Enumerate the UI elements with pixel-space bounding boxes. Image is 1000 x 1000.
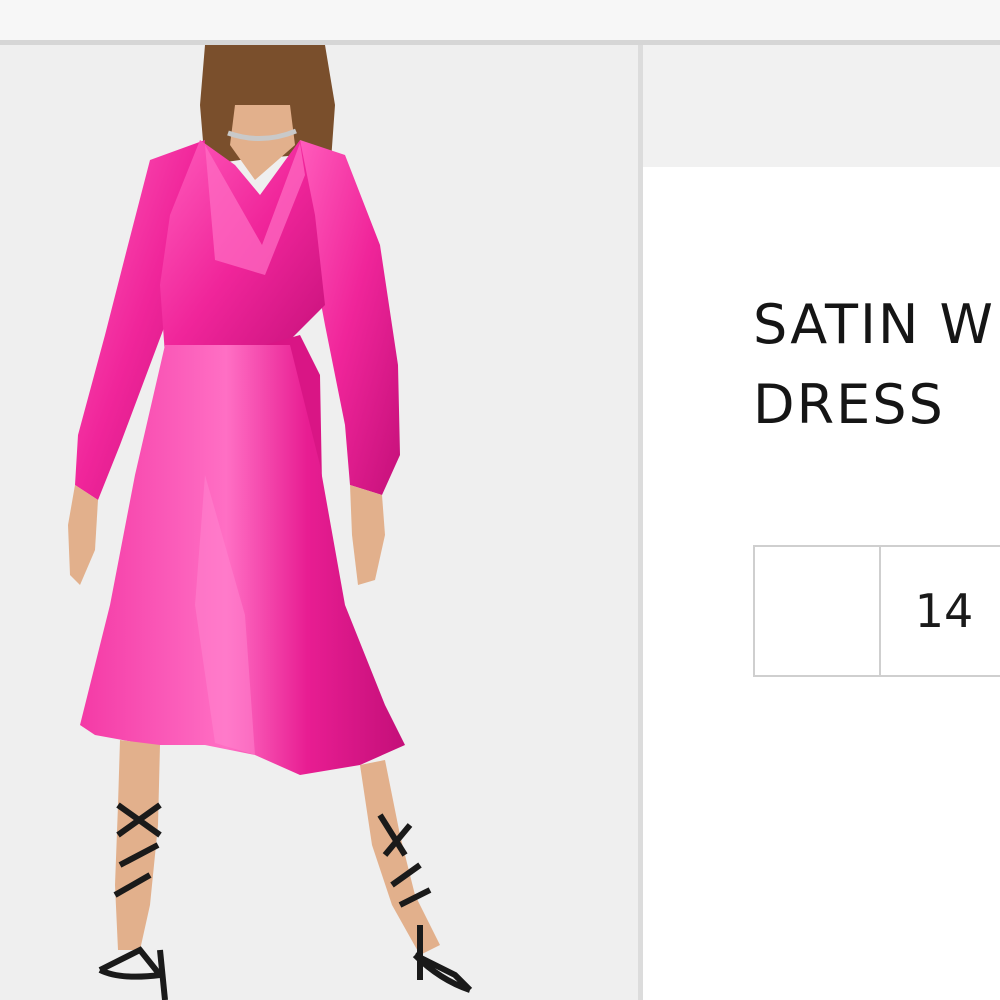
product-info-panel: SATIN W DRESS 14 [643, 45, 1000, 1000]
size-option-14[interactable]: 14 [881, 547, 1000, 675]
info-header-band [643, 45, 1000, 167]
product-photo[interactable] [0, 45, 638, 1000]
size-selector: 14 [753, 545, 1000, 677]
size-option[interactable] [755, 547, 881, 675]
top-bar [0, 0, 1000, 40]
product-title: SATIN W DRESS [753, 293, 995, 436]
product-image-panel[interactable] [0, 45, 638, 1000]
